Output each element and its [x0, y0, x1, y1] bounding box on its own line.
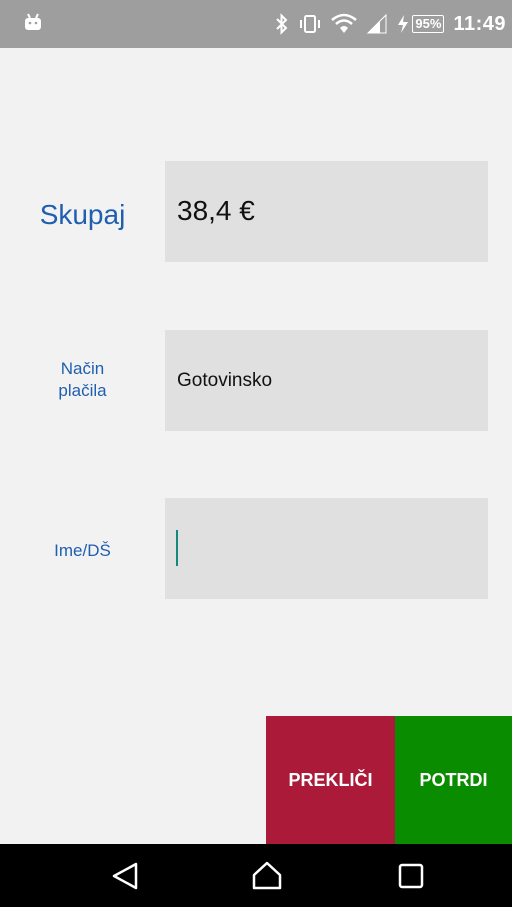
confirm-button[interactable]: POTRDI — [395, 716, 512, 844]
home-icon[interactable] — [250, 859, 284, 893]
name-input[interactable] — [165, 498, 488, 599]
signal-icon — [367, 13, 387, 34]
payment-method-field[interactable]: Gotovinsko — [165, 330, 488, 431]
status-time: 11:49 — [453, 12, 506, 35]
android-icon — [25, 13, 41, 30]
back-icon[interactable] — [108, 859, 142, 893]
vibrate-icon — [300, 15, 321, 33]
payment-method-label: Način plačila — [0, 358, 165, 406]
recent-apps-icon[interactable] — [394, 859, 428, 893]
charging-icon — [398, 15, 409, 33]
navigation-bar — [0, 844, 512, 907]
battery-indicator: 95% — [397, 14, 445, 34]
total-value: 38,4 € — [177, 195, 255, 226]
payment-method-value: Gotovinsko — [177, 370, 273, 391]
name-label: Ime/DŠ — [54, 541, 111, 560]
total-label: Skupaj — [39, 199, 126, 230]
status-bar: 95% 11:49 — [0, 0, 512, 48]
cancel-button[interactable]: PREKLIČI — [266, 716, 395, 844]
bluetooth-icon — [276, 13, 288, 35]
text-cursor — [176, 530, 178, 566]
wifi-icon — [331, 13, 358, 33]
total-field: 38,4 € — [165, 161, 488, 262]
battery-icon: 95% — [412, 15, 445, 33]
payment-method-label-line1: Način — [60, 359, 105, 378]
payment-method-label-line2: plačila — [58, 381, 107, 400]
